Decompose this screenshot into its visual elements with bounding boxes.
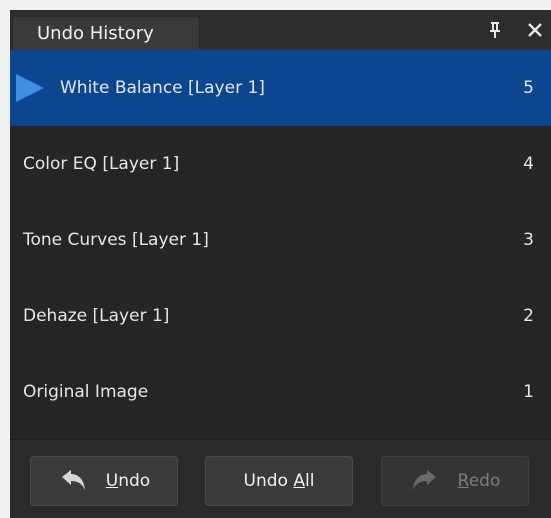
history-item-label: Tone Curves [Layer 1]: [23, 230, 209, 250]
history-item-number: 5: [523, 78, 534, 98]
history-item[interactable]: Original Image 1: [10, 354, 551, 430]
history-item-label: Dehaze [Layer 1]: [23, 306, 170, 326]
history-list: White Balance [Layer 1] 5 Color EQ [Laye…: [10, 50, 551, 430]
history-item-label: White Balance [Layer 1]: [60, 78, 265, 98]
history-item[interactable]: Color EQ [Layer 1] 4: [10, 126, 551, 202]
undo-history-panel: Undo History White Balance [Layer 1] 5 C…: [10, 10, 551, 518]
history-item-number: 1: [523, 382, 534, 402]
panel-titlebar: Undo History: [10, 10, 551, 51]
history-item-label: Original Image: [23, 382, 149, 402]
undo-all-button-label: Undo All: [243, 471, 315, 491]
history-item-number: 3: [523, 230, 534, 250]
close-icon[interactable]: [523, 18, 547, 42]
history-item[interactable]: Tone Curves [Layer 1] 3: [10, 202, 551, 278]
redo-button-label: Redo: [457, 471, 501, 491]
tab-undo-history[interactable]: Undo History: [13, 17, 199, 50]
undo-all-button[interactable]: Undo All: [205, 456, 353, 506]
current-state-marker-icon: [16, 74, 44, 102]
history-item[interactable]: Dehaze [Layer 1] 2: [10, 278, 551, 354]
undo-button-label: Undo: [105, 471, 151, 491]
history-item-number: 2: [523, 306, 534, 326]
history-item-label: Color EQ [Layer 1]: [23, 154, 180, 174]
pin-icon[interactable]: [483, 18, 507, 42]
redo-arrow-icon: [412, 470, 436, 490]
button-bar: Undo Undo All Redo: [10, 439, 551, 518]
redo-button[interactable]: Redo: [381, 456, 529, 506]
undo-button[interactable]: Undo: [30, 456, 178, 506]
undo-arrow-icon: [61, 470, 85, 490]
history-item[interactable]: White Balance [Layer 1] 5: [10, 50, 551, 126]
history-item-number: 4: [523, 154, 534, 174]
